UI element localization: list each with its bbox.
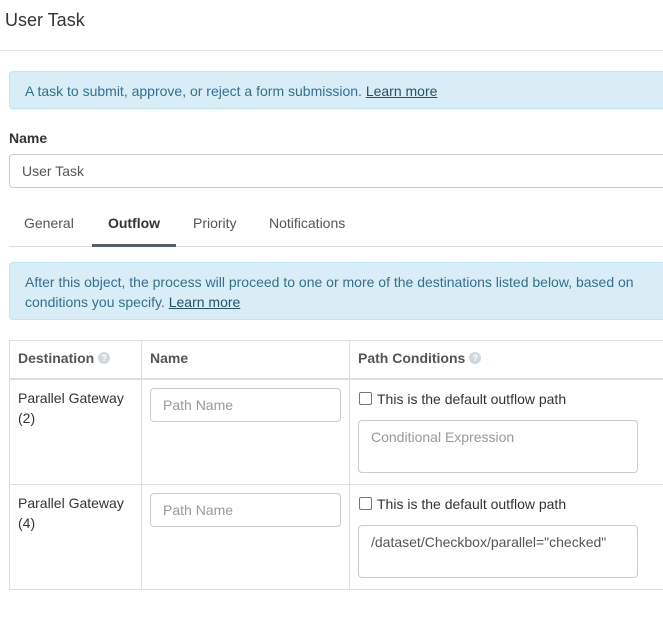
path-conditions-cell: This is the default outflow path /datase… bbox=[349, 483, 663, 590]
outflow-table: Destination? Name Path Conditions? Paral… bbox=[9, 340, 663, 590]
path-name-cell bbox=[141, 483, 350, 590]
question-circle-icon[interactable]: ? bbox=[98, 352, 111, 365]
default-outflow-checkbox[interactable] bbox=[359, 392, 372, 405]
conditional-expression-input[interactable]: /dataset/Checkbox/parallel="checked" bbox=[358, 524, 638, 578]
intro-alert: A task to submit, approve, or reject a f… bbox=[9, 71, 663, 109]
default-outflow-label[interactable]: This is the default outflow path bbox=[377, 496, 566, 512]
path-name-input[interactable] bbox=[150, 492, 341, 527]
destination-cell: Parallel Gateway (2) bbox=[9, 378, 142, 485]
column-destination-label: Destination bbox=[18, 350, 95, 366]
table-row: Parallel Gateway (2) This is the default… bbox=[9, 378, 663, 485]
column-path-conditions: Path Conditions? bbox=[349, 340, 663, 380]
outflow-learn-more-link[interactable]: Learn more bbox=[169, 294, 241, 310]
tab-bar: General Outflow Priority Notifications bbox=[9, 203, 663, 247]
default-outflow-checkbox[interactable] bbox=[359, 497, 372, 510]
tab-general[interactable]: General bbox=[9, 203, 92, 247]
tab-notifications[interactable]: Notifications bbox=[269, 203, 384, 247]
outflow-info-text: After this object, the process will proc… bbox=[25, 274, 634, 310]
intro-learn-more-link[interactable]: Learn more bbox=[366, 83, 438, 99]
path-name-input[interactable] bbox=[150, 387, 341, 422]
name-input[interactable] bbox=[9, 154, 663, 188]
column-name-label: Name bbox=[150, 350, 189, 366]
tab-priority[interactable]: Priority bbox=[176, 203, 269, 247]
tab-outflow[interactable]: Outflow bbox=[92, 203, 176, 247]
outflow-alert: After this object, the process will proc… bbox=[9, 262, 663, 320]
column-destination: Destination? bbox=[9, 340, 142, 380]
path-conditions-cell: This is the default outflow path bbox=[349, 378, 663, 485]
table-header-row: Destination? Name Path Conditions? bbox=[9, 340, 663, 380]
title-divider bbox=[0, 50, 663, 51]
conditional-expression-input[interactable] bbox=[358, 419, 638, 473]
column-conditions-label: Path Conditions bbox=[358, 350, 466, 366]
destination-label: Parallel Gateway (4) bbox=[18, 494, 124, 531]
destination-label: Parallel Gateway (2) bbox=[18, 389, 124, 426]
destination-cell: Parallel Gateway (4) bbox=[9, 483, 142, 590]
default-outflow-option[interactable]: This is the default outflow path bbox=[358, 494, 660, 514]
column-name: Name bbox=[141, 340, 350, 380]
question-circle-icon[interactable]: ? bbox=[469, 352, 482, 365]
intro-text: A task to submit, approve, or reject a f… bbox=[25, 83, 362, 99]
name-label: Name bbox=[9, 130, 48, 146]
table-row: Parallel Gateway (4) This is the default… bbox=[9, 483, 663, 590]
default-outflow-label[interactable]: This is the default outflow path bbox=[377, 391, 566, 407]
default-outflow-option[interactable]: This is the default outflow path bbox=[358, 389, 660, 409]
path-name-cell bbox=[141, 378, 350, 485]
page-title: User Task bbox=[5, 10, 85, 30]
